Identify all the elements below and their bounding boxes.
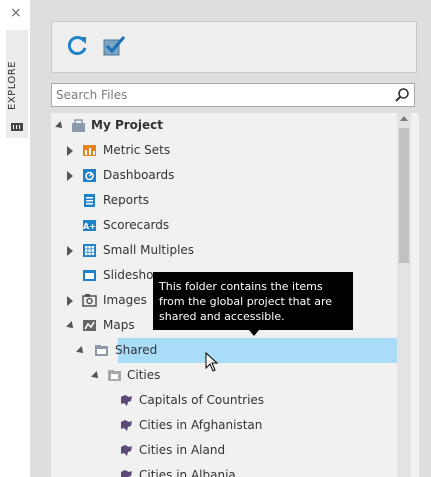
checkbox-checked-icon[interactable] — [100, 33, 126, 59]
tree-item-cities-in-afghanistan[interactable]: Cities in Afghanistan — [51, 413, 397, 438]
search-icon[interactable] — [394, 87, 410, 103]
tree-item-reports[interactable]: Reports — [51, 188, 397, 213]
tree-item-cities[interactable]: Cities — [51, 363, 397, 388]
slideshows-icon — [83, 270, 96, 281]
tree-item-label: Cities in Aland — [139, 443, 226, 457]
search-box — [51, 83, 415, 107]
close-icon[interactable]: × — [10, 6, 22, 20]
explore-tab-label: EXPLORE — [7, 60, 18, 110]
tree-item-label: Shared — [115, 343, 158, 357]
tree-item-label: Cities in Albania — [139, 468, 236, 477]
scroll-up-arrow-icon[interactable] — [400, 116, 408, 121]
expand-arrow-icon[interactable] — [67, 246, 73, 256]
tree-item-small-multiples[interactable]: Small Multiples — [51, 238, 397, 263]
tree-item-dashboards[interactable]: Dashboards — [51, 163, 397, 188]
mouse-cursor-icon — [205, 352, 219, 372]
tooltip-tail — [249, 330, 259, 336]
tree-item-label: Cities — [127, 368, 161, 382]
vertical-scrollbar[interactable] — [397, 113, 411, 477]
tree-item-cities-in-albania[interactable]: Cities in Albania — [51, 463, 397, 477]
expand-arrow-icon[interactable] — [67, 296, 73, 306]
map-shape-icon — [121, 445, 132, 456]
tree-item-cities-in-aland[interactable]: Cities in Aland — [51, 438, 397, 463]
tree-item-metric-sets[interactable]: Metric Sets — [51, 138, 397, 163]
search-input[interactable] — [56, 84, 386, 106]
tree-item-label: Images — [103, 293, 147, 307]
collapse-arrow-icon[interactable] — [76, 346, 86, 356]
tree-item-label: Metric Sets — [103, 143, 171, 157]
map-shape-icon — [121, 470, 132, 477]
map-shape-icon — [121, 420, 132, 431]
tree-item-label: My Project — [91, 118, 163, 132]
reports-icon — [84, 194, 95, 207]
collapse-arrow-icon[interactable] — [66, 321, 76, 331]
maps-icon — [83, 320, 96, 331]
tree-item-label: Reports — [103, 193, 150, 207]
tree-item-label: Cities in Afghanistan — [139, 418, 263, 432]
tree-item-label: Dashboards — [103, 168, 175, 182]
toolbar — [51, 21, 417, 73]
dashboards-icon — [83, 169, 96, 182]
tree-item-label: Maps — [103, 318, 135, 332]
tree-item-label: Capitals of Countries — [139, 393, 265, 407]
grip-icon — [11, 123, 23, 131]
collapse-arrow-icon[interactable] — [91, 371, 101, 381]
side-strip: × EXPLORE — [0, 0, 30, 477]
metric-sets-icon — [83, 145, 96, 156]
tooltip-text: This folder contains the items from the … — [159, 280, 332, 323]
tree-item-label: Scorecards — [103, 218, 170, 232]
map-shape-icon — [121, 395, 132, 406]
scroll-thumb[interactable] — [399, 128, 409, 263]
shared-folder-icon — [95, 345, 108, 356]
expand-arrow-icon[interactable] — [67, 146, 73, 156]
project-icon — [72, 119, 85, 132]
tooltip: This folder contains the items from the … — [153, 272, 353, 336]
refresh-icon[interactable] — [64, 33, 90, 59]
small-multiples-icon — [83, 244, 96, 257]
tree-item-label: Small Multiples — [103, 243, 195, 257]
expand-arrow-icon[interactable] — [55, 121, 65, 131]
images-icon — [82, 294, 97, 307]
scorecards-icon: A+ — [83, 220, 96, 231]
tree-item-capitals-of-countries[interactable]: Capitals of Countries — [51, 388, 397, 413]
tree-item-scorecards[interactable]: A+ Scorecards — [51, 213, 397, 238]
tree-item-shared-content[interactable]: Shared — [51, 338, 397, 363]
folder-icon — [108, 370, 121, 381]
tree-item-my-project[interactable]: My Project — [51, 113, 397, 138]
expand-arrow-icon[interactable] — [67, 171, 73, 181]
svg-text:A+: A+ — [83, 222, 96, 231]
explore-panel: My Project Metric Sets Dashboards — [30, 0, 431, 477]
